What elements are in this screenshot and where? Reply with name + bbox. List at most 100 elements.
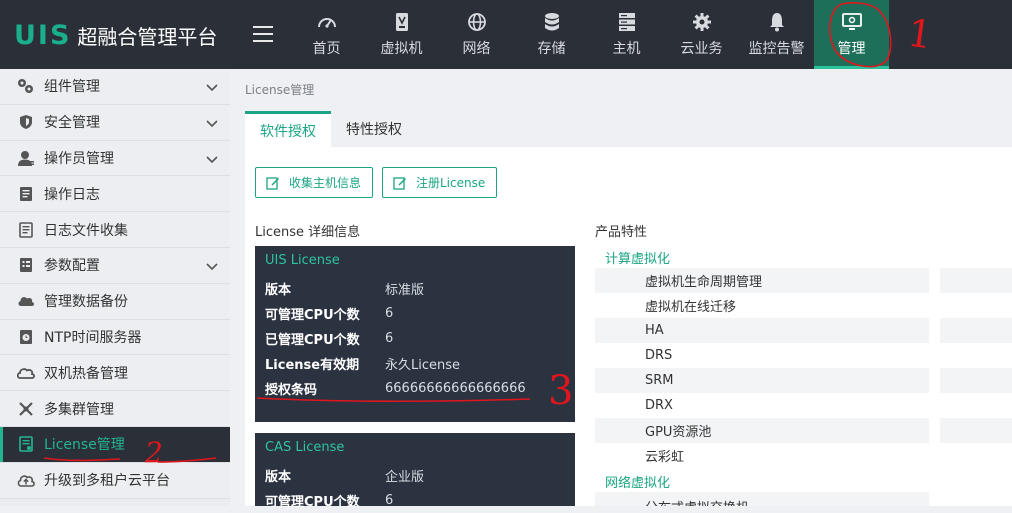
sidebar-item-components[interactable]: 组件管理	[0, 69, 230, 105]
license-key: 可管理CPU个数	[265, 495, 360, 510]
license-key: 版本	[265, 470, 292, 485]
sidebar-item-label: NTP时间服务器	[44, 329, 142, 346]
sidebar-item-label: 日志文件收集	[44, 222, 128, 239]
sidebar-item-label: 升级到多租户云平台	[44, 473, 170, 490]
sidebar-item-label: 操作日志	[44, 186, 100, 203]
license-key: 已管理CPU个数	[265, 333, 360, 348]
license-row: 版本 标准版	[265, 276, 565, 301]
product-features-title: 产品特性	[595, 225, 648, 240]
sidebar-item-log-collect[interactable]: 日志文件收集	[0, 212, 230, 248]
logo[interactable]: UIS 超融合管理平台	[14, 19, 217, 51]
shield-icon	[16, 113, 36, 131]
tab-feature-license[interactable]: 特性授权	[331, 111, 417, 147]
menu-toggle-icon[interactable]	[253, 26, 273, 42]
nav-item-home[interactable]: 首页	[289, 0, 364, 69]
nav-label: 主机	[612, 41, 641, 57]
chevron-down-icon[interactable]	[206, 153, 218, 165]
feature-name: 虚拟机生命周期管理	[645, 275, 763, 290]
database-icon	[542, 12, 562, 32]
nav-label: 首页	[312, 41, 341, 57]
sidebar-item-label: 安全管理	[44, 115, 100, 132]
sidebar-item-hot-standby[interactable]: 双机热备管理	[0, 355, 230, 392]
license-value: 6	[385, 306, 394, 321]
nav-label: 监控告警	[748, 41, 805, 57]
register-license-button[interactable]: 注册License	[382, 167, 498, 198]
license-row: 可管理CPU个数 6	[265, 488, 565, 513]
license-value: 永久License	[385, 358, 461, 373]
chevron-down-icon[interactable]	[206, 260, 218, 272]
nav-item-vm[interactable]: 虚拟机	[364, 0, 439, 69]
breadcrumb: License管理	[245, 83, 315, 97]
license-value: 6	[385, 331, 394, 346]
feature-row: SRM	[595, 368, 929, 393]
sidebar-item-label: 管理数据备份	[44, 294, 128, 311]
nav-item-management[interactable]: 管理	[814, 0, 889, 69]
license-row: 可管理CPU个数 6	[265, 301, 565, 326]
file-collect-icon	[16, 221, 36, 239]
sidebar: 组件管理 安全管理 操作员管理 操作日志 日志文件收集 参数配置 管理数据备份 …	[0, 69, 230, 506]
nav-item-storage[interactable]: 存储	[514, 0, 589, 69]
gauge-icon	[317, 12, 337, 32]
chevron-down-icon[interactable]	[206, 117, 218, 129]
sidebar-item-security[interactable]: 安全管理	[0, 104, 230, 141]
feature-row: 分布式虚拟交换机	[595, 492, 929, 506]
vm-icon	[392, 12, 412, 32]
nav-item-cloud-service[interactable]: 云业务	[664, 0, 739, 69]
feature-name: 虚拟机在线迁移	[645, 300, 737, 315]
nav-item-monitor-alarm[interactable]: 监控告警	[739, 0, 814, 69]
feature-category: 计算虚拟化	[605, 252, 671, 267]
feature-name: DRS	[645, 348, 673, 363]
server-icon	[617, 12, 637, 32]
sidebar-item-operation-log[interactable]: 操作日志	[0, 176, 230, 213]
monitor-icon	[841, 12, 862, 32]
feature-value	[940, 368, 1012, 393]
sidebar-item-license[interactable]: License管理	[0, 426, 230, 463]
license-key: 授权条码	[265, 383, 318, 398]
nav-label: 云业务	[680, 41, 723, 57]
edit-icon	[393, 176, 407, 190]
feature-name: 云彩虹	[645, 450, 685, 465]
license-card-header: CAS License	[265, 440, 345, 455]
tab-software-license[interactable]: 软件授权	[245, 111, 331, 147]
cloud-backup-icon	[16, 292, 36, 310]
sidebar-item-label: 组件管理	[44, 79, 100, 96]
license-card-header: UIS License	[265, 253, 340, 268]
feature-value	[940, 318, 1012, 343]
feature-row: HA	[595, 318, 929, 343]
cas-license-card: CAS License 版本 企业版 可管理CPU个数 6	[255, 433, 575, 510]
ntp-icon	[16, 328, 36, 346]
nav-item-network[interactable]: 网络	[439, 0, 514, 69]
license-detail-title: License 详细信息	[255, 225, 361, 240]
sidebar-item-label: 操作员管理	[44, 150, 114, 167]
nav-label: 网络	[462, 41, 491, 57]
feature-name: HA	[645, 323, 664, 338]
top-bar: UIS 超融合管理平台 首页 虚拟机 网络 存储 主机 云业务 监控告警 管理	[0, 0, 1012, 69]
components-icon	[16, 77, 36, 95]
feature-row: 虚拟机生命周期管理	[595, 268, 929, 293]
log-icon	[16, 185, 36, 203]
edit-icon	[266, 176, 280, 190]
sidebar-item-upgrade[interactable]: 升级到多租户云平台	[0, 462, 230, 499]
sidebar-item-label: 参数配置	[44, 258, 100, 275]
main-content: License管理 软件授权 特性授权 收集主机信息 注册License Lic…	[230, 69, 1012, 510]
sidebar-item-params[interactable]: 参数配置	[0, 247, 230, 284]
sidebar-item-operators[interactable]: 操作员管理	[0, 140, 230, 177]
chevron-down-icon[interactable]	[206, 81, 218, 93]
feature-row: DRS	[595, 343, 929, 368]
feature-row: 云彩虹	[595, 443, 929, 468]
sidebar-item-multi-cluster[interactable]: 多集群管理	[0, 391, 230, 427]
feature-name: DRX	[645, 398, 673, 413]
feature-row: 虚拟机在线迁移	[595, 293, 929, 318]
globe-icon	[467, 12, 487, 32]
nav-item-host[interactable]: 主机	[589, 0, 664, 69]
license-value: 企业版	[385, 470, 425, 485]
logo-mark: UIS	[14, 19, 72, 51]
sidebar-item-data-backup[interactable]: 管理数据备份	[0, 283, 230, 320]
feature-value	[940, 268, 1012, 293]
sidebar-item-label: 多集群管理	[44, 401, 114, 418]
feature-row: DRX	[595, 393, 929, 418]
collect-host-info-button[interactable]: 收集主机信息	[255, 167, 374, 198]
sidebar-item-ntp[interactable]: NTP时间服务器	[0, 319, 230, 356]
license-key: License有效期	[265, 358, 360, 373]
license-value: 标准版	[385, 283, 425, 298]
